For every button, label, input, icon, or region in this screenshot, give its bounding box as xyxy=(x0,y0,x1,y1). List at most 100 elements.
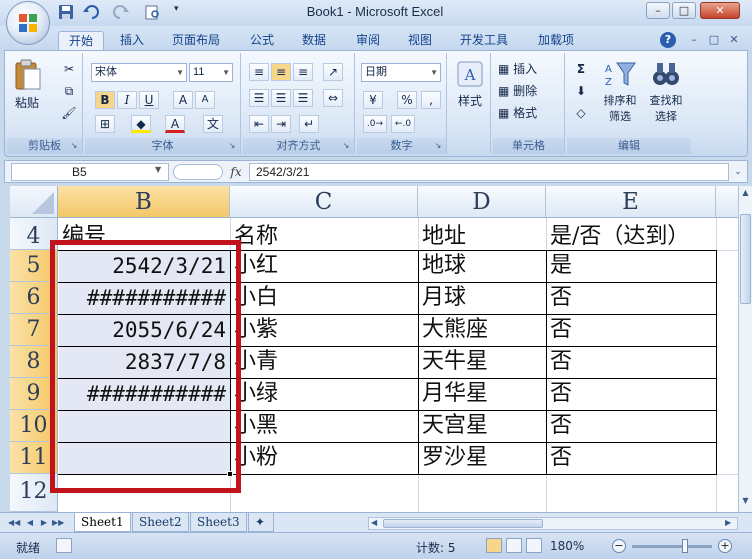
prev-sheet-icon[interactable]: ◀ xyxy=(24,516,36,529)
shrink-font-button[interactable]: A xyxy=(195,91,215,109)
paste-button[interactable]: 粘贴 xyxy=(11,57,43,115)
scroll-left-icon[interactable]: ◀ xyxy=(371,518,377,527)
delete-cells-button[interactable]: ▦ 删除 xyxy=(497,81,561,101)
fill-color-icon[interactable]: ◆ xyxy=(131,115,151,133)
scroll-down-icon[interactable]: ▼ xyxy=(740,496,751,508)
undo-icon[interactable] xyxy=(82,4,100,22)
formula-input[interactable]: 2542/3/21 xyxy=(249,163,729,181)
styles-button[interactable]: A 样式 xyxy=(453,59,487,129)
sort-filter-button[interactable]: AZ 排序和 筛选 xyxy=(599,59,641,133)
page-break-view-icon[interactable] xyxy=(526,538,542,553)
cell-c4[interactable]: 名称 xyxy=(230,218,418,250)
align-right-icon[interactable]: ☰ xyxy=(293,89,313,107)
cell-d8[interactable]: 天牛星 xyxy=(418,346,546,378)
scroll-up-icon[interactable]: ▲ xyxy=(740,188,751,200)
horizontal-scroll-thumb[interactable] xyxy=(383,519,543,528)
sheet-tab-1[interactable]: Sheet1 xyxy=(74,513,131,532)
cell-d10[interactable]: 天宫星 xyxy=(418,410,546,442)
sheet-tab-3[interactable]: Sheet3 xyxy=(190,513,247,532)
scroll-right-icon[interactable]: ▶ xyxy=(725,518,731,527)
help-icon[interactable]: ? xyxy=(660,32,676,48)
vertical-scroll-thumb[interactable] xyxy=(740,214,751,304)
insert-cells-button[interactable]: ▦ 插入 xyxy=(497,59,561,79)
cell-e4[interactable]: 是/否（达到） xyxy=(546,218,716,250)
font-family-select[interactable]: 宋体 ▼ xyxy=(91,63,187,82)
macro-record-icon[interactable] xyxy=(56,538,72,553)
font-size-select[interactable]: 11 ▼ xyxy=(189,63,233,82)
cell-e10[interactable]: 否 xyxy=(546,410,716,442)
column-header-e[interactable]: E xyxy=(546,186,716,218)
zoom-slider[interactable] xyxy=(632,545,712,548)
redo-icon[interactable] xyxy=(112,4,130,22)
align-bottom-icon[interactable]: ≡ xyxy=(293,63,313,81)
orientation-icon[interactable]: ↗ xyxy=(323,63,343,81)
tab-developer[interactable]: 开发工具 xyxy=(450,31,518,50)
cell-d11[interactable]: 罗沙星 xyxy=(418,442,546,474)
cell-e9[interactable]: 否 xyxy=(546,378,716,410)
number-dialog-icon[interactable]: ↘ xyxy=(433,141,443,151)
copy-icon[interactable]: ⧉ xyxy=(59,81,79,101)
cell-c10[interactable]: 小黑 xyxy=(230,410,418,442)
cell-c5[interactable]: 小红 xyxy=(230,250,418,282)
clear-icon[interactable]: ◇ xyxy=(571,103,591,123)
tab-data[interactable]: 数据 xyxy=(292,31,336,50)
align-left-icon[interactable]: ☰ xyxy=(249,89,269,107)
underline-button[interactable]: U xyxy=(139,91,159,109)
tab-page-layout[interactable]: 页面布局 xyxy=(162,31,230,50)
font-color-button[interactable]: A xyxy=(165,115,185,133)
cell-d5[interactable]: 地球 xyxy=(418,250,546,282)
cell-c9[interactable]: 小绿 xyxy=(230,378,418,410)
decrease-indent-icon[interactable]: ⇤ xyxy=(249,115,269,133)
format-painter-icon[interactable]: 🖌 xyxy=(59,103,79,123)
print-preview-icon[interactable] xyxy=(144,4,162,22)
bold-button[interactable]: B xyxy=(95,91,115,109)
merge-center-icon[interactable]: ⇔ xyxy=(323,89,343,107)
cell-c11[interactable]: 小粉 xyxy=(230,442,418,474)
column-header-d[interactable]: D xyxy=(418,186,546,218)
horizontal-scrollbar[interactable]: ◀ ▶ xyxy=(368,517,738,530)
cell-c8[interactable]: 小青 xyxy=(230,346,418,378)
cell-e7[interactable]: 否 xyxy=(546,314,716,346)
tab-insert[interactable]: 插入 xyxy=(110,31,154,50)
phonetic-button[interactable]: 文 xyxy=(203,115,223,133)
tab-addins[interactable]: 加载项 xyxy=(528,31,584,50)
zoom-slider-thumb[interactable] xyxy=(682,539,688,553)
cell-e8[interactable]: 否 xyxy=(546,346,716,378)
last-sheet-icon[interactable]: ▶▶ xyxy=(52,516,64,529)
name-box-dropdown-icon[interactable]: ▼ xyxy=(155,165,161,174)
cell-d7[interactable]: 大熊座 xyxy=(418,314,546,346)
grow-font-button[interactable]: A xyxy=(173,91,193,109)
column-header-f[interactable] xyxy=(716,186,738,218)
minimize-button[interactable]: – xyxy=(646,2,670,19)
column-header-c[interactable]: C xyxy=(230,186,418,218)
find-select-button[interactable]: 查找和 选择 xyxy=(645,59,687,133)
align-top-icon[interactable]: ≡ xyxy=(249,63,269,81)
save-icon[interactable] xyxy=(58,4,76,22)
borders-icon[interactable]: ⊞ xyxy=(95,115,115,133)
tab-view[interactable]: 视图 xyxy=(398,31,442,50)
ribbon-restore-icon[interactable]: □ xyxy=(706,32,722,48)
zoom-out-icon[interactable]: − xyxy=(612,539,626,553)
clipboard-dialog-icon[interactable]: ↘ xyxy=(69,141,79,151)
fill-icon[interactable]: ⬇ xyxy=(571,81,591,101)
font-dialog-icon[interactable]: ↘ xyxy=(227,141,237,151)
insert-sheet-icon[interactable]: ✦ xyxy=(248,513,274,532)
zoom-level[interactable]: 180% xyxy=(550,539,584,553)
first-sheet-icon[interactable]: ◀◀ xyxy=(8,516,20,529)
autosum-button[interactable]: Σ xyxy=(571,59,591,79)
cell-e5[interactable]: 是 xyxy=(546,250,716,282)
cell-c7[interactable]: 小紫 xyxy=(230,314,418,346)
formula-bar-resize-handle[interactable] xyxy=(173,164,223,180)
next-sheet-icon[interactable]: ▶ xyxy=(38,516,50,529)
cell-e11[interactable]: 否 xyxy=(546,442,716,474)
normal-view-icon[interactable] xyxy=(486,538,502,553)
increase-indent-icon[interactable]: ⇥ xyxy=(271,115,291,133)
cut-icon[interactable]: ✂ xyxy=(59,59,79,79)
align-center-icon[interactable]: ☰ xyxy=(271,89,291,107)
close-button[interactable]: ✕ xyxy=(700,2,740,19)
currency-icon[interactable]: ¥ xyxy=(363,91,383,109)
vertical-scrollbar[interactable]: ▲ ▼ xyxy=(738,186,752,512)
insert-function-button[interactable]: fx xyxy=(227,163,245,181)
cell-c6[interactable]: 小白 xyxy=(230,282,418,314)
expand-formula-bar-icon[interactable]: ⌄ xyxy=(731,164,745,180)
